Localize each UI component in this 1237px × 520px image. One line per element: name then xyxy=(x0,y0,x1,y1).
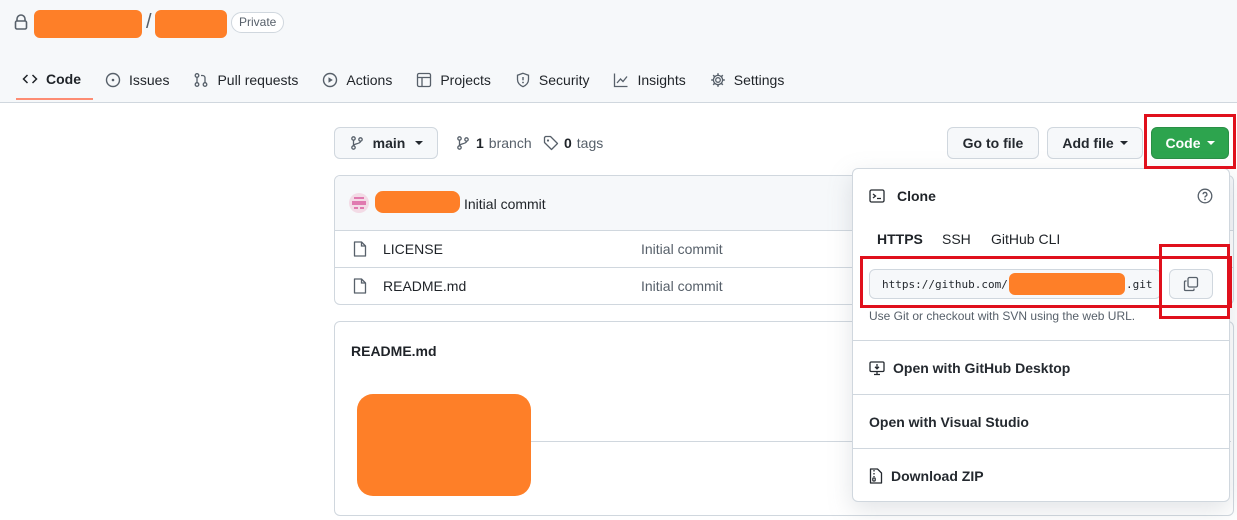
git-branch-icon xyxy=(349,135,365,151)
tag-count-link[interactable]: 0 tags xyxy=(543,135,603,151)
clone-url-input[interactable]: https://github.com/ .git xyxy=(869,269,1161,299)
repo-tabs: Code Issues Pull requests Actions Projec… xyxy=(16,60,802,103)
caret-down-icon xyxy=(415,141,424,145)
latest-commit-message[interactable]: Initial commit xyxy=(464,196,546,212)
lock-icon xyxy=(14,14,28,30)
clone-hint: Use Git or checkout with SVN using the w… xyxy=(869,309,1136,323)
caret-down-icon xyxy=(1206,141,1215,145)
repo-owner-redacted[interactable] xyxy=(34,10,142,38)
clone-title: Clone xyxy=(897,188,936,204)
open-with-github-desktop-label: Open with GitHub Desktop xyxy=(893,359,1071,376)
file-icon xyxy=(353,241,367,257)
branch-select-button[interactable]: main xyxy=(334,127,438,159)
clone-url-suffix: .git xyxy=(1126,278,1153,291)
tab-issues[interactable]: Issues xyxy=(99,60,181,100)
file-icon xyxy=(353,278,367,294)
branch-count: 1 xyxy=(476,135,484,151)
download-zip-label: Download ZIP xyxy=(891,467,984,484)
open-with-visual-studio[interactable]: Open with Visual Studio xyxy=(853,395,1229,448)
tab-insights-label: Insights xyxy=(637,72,686,88)
add-file-button[interactable]: Add file xyxy=(1047,127,1143,159)
go-to-file-button[interactable]: Go to file xyxy=(947,127,1039,159)
visibility-badge: Private xyxy=(231,12,285,33)
clone-dropdown: Clone HTTPS SSH GitHub CLI https://githu… xyxy=(852,168,1230,502)
file-name[interactable]: README.md xyxy=(383,278,466,294)
tab-actions-label: Actions xyxy=(346,72,393,88)
clone-tab-ssh[interactable]: SSH xyxy=(942,231,971,247)
clone-tab-github-cli[interactable]: GitHub CLI xyxy=(991,231,1060,247)
git-pull-request-icon xyxy=(193,72,209,88)
tab-security[interactable]: Security xyxy=(509,60,602,100)
repo-header: / Private Code Issues Pull requests Acti… xyxy=(0,0,1237,103)
tab-actions[interactable]: Actions xyxy=(316,60,404,100)
tab-projects[interactable]: Projects xyxy=(410,60,503,100)
tab-security-label: Security xyxy=(538,72,590,88)
code-button-label: Code xyxy=(1165,135,1201,151)
file-zip-icon xyxy=(869,467,883,484)
tab-code[interactable]: Code xyxy=(16,60,93,100)
graph-icon xyxy=(613,72,629,88)
branch-word: branch xyxy=(488,135,532,151)
tab-code-label: Code xyxy=(46,71,81,87)
avatar[interactable] xyxy=(349,193,369,213)
shield-icon xyxy=(515,72,531,88)
gear-icon xyxy=(710,72,726,88)
copy-url-button[interactable] xyxy=(1169,269,1213,299)
clone-tab-https[interactable]: HTTPS xyxy=(877,231,923,247)
repo-separator: / xyxy=(146,11,152,33)
download-zip[interactable]: Download ZIP xyxy=(853,449,1229,502)
tab-pull-requests-label: Pull requests xyxy=(217,72,299,88)
clone-url-prefix: https://github.com/ xyxy=(882,278,1008,291)
go-to-file-label: Go to file xyxy=(962,135,1024,151)
tag-count: 0 xyxy=(564,135,572,151)
tag-word: tags xyxy=(576,135,604,151)
readme-heading-redacted xyxy=(357,394,531,496)
open-with-visual-studio-label: Open with Visual Studio xyxy=(869,413,1029,430)
tab-settings-label: Settings xyxy=(733,72,785,88)
play-icon xyxy=(322,72,338,88)
commit-author-redacted[interactable] xyxy=(375,191,460,213)
tab-settings[interactable]: Settings xyxy=(704,60,797,100)
repo-name-redacted[interactable] xyxy=(155,10,227,38)
question-icon[interactable] xyxy=(1197,188,1213,204)
tag-icon xyxy=(543,135,559,151)
table-icon xyxy=(416,72,432,88)
file-commit-message[interactable]: Initial commit xyxy=(641,278,723,294)
tab-pull-requests[interactable]: Pull requests xyxy=(187,60,310,100)
terminal-icon xyxy=(869,188,885,204)
desktop-download-icon xyxy=(869,360,885,376)
caret-down-icon xyxy=(1119,141,1128,145)
copy-icon xyxy=(1183,276,1199,292)
branch-name: main xyxy=(372,135,406,151)
code-icon xyxy=(22,71,38,87)
git-branch-icon xyxy=(455,135,471,151)
file-name[interactable]: LICENSE xyxy=(383,241,443,257)
clone-url-redacted xyxy=(1009,273,1125,295)
tab-issues-label: Issues xyxy=(129,72,170,88)
branch-count-link[interactable]: 1 branch xyxy=(455,135,532,151)
code-button[interactable]: Code xyxy=(1151,127,1229,159)
readme-title[interactable]: README.md xyxy=(351,343,437,359)
add-file-label: Add file xyxy=(1062,135,1114,151)
open-with-github-desktop[interactable]: Open with GitHub Desktop xyxy=(853,341,1229,394)
tab-projects-label: Projects xyxy=(440,72,491,88)
tab-insights[interactable]: Insights xyxy=(607,60,697,100)
issue-opened-icon xyxy=(105,72,121,88)
file-commit-message[interactable]: Initial commit xyxy=(641,241,723,257)
